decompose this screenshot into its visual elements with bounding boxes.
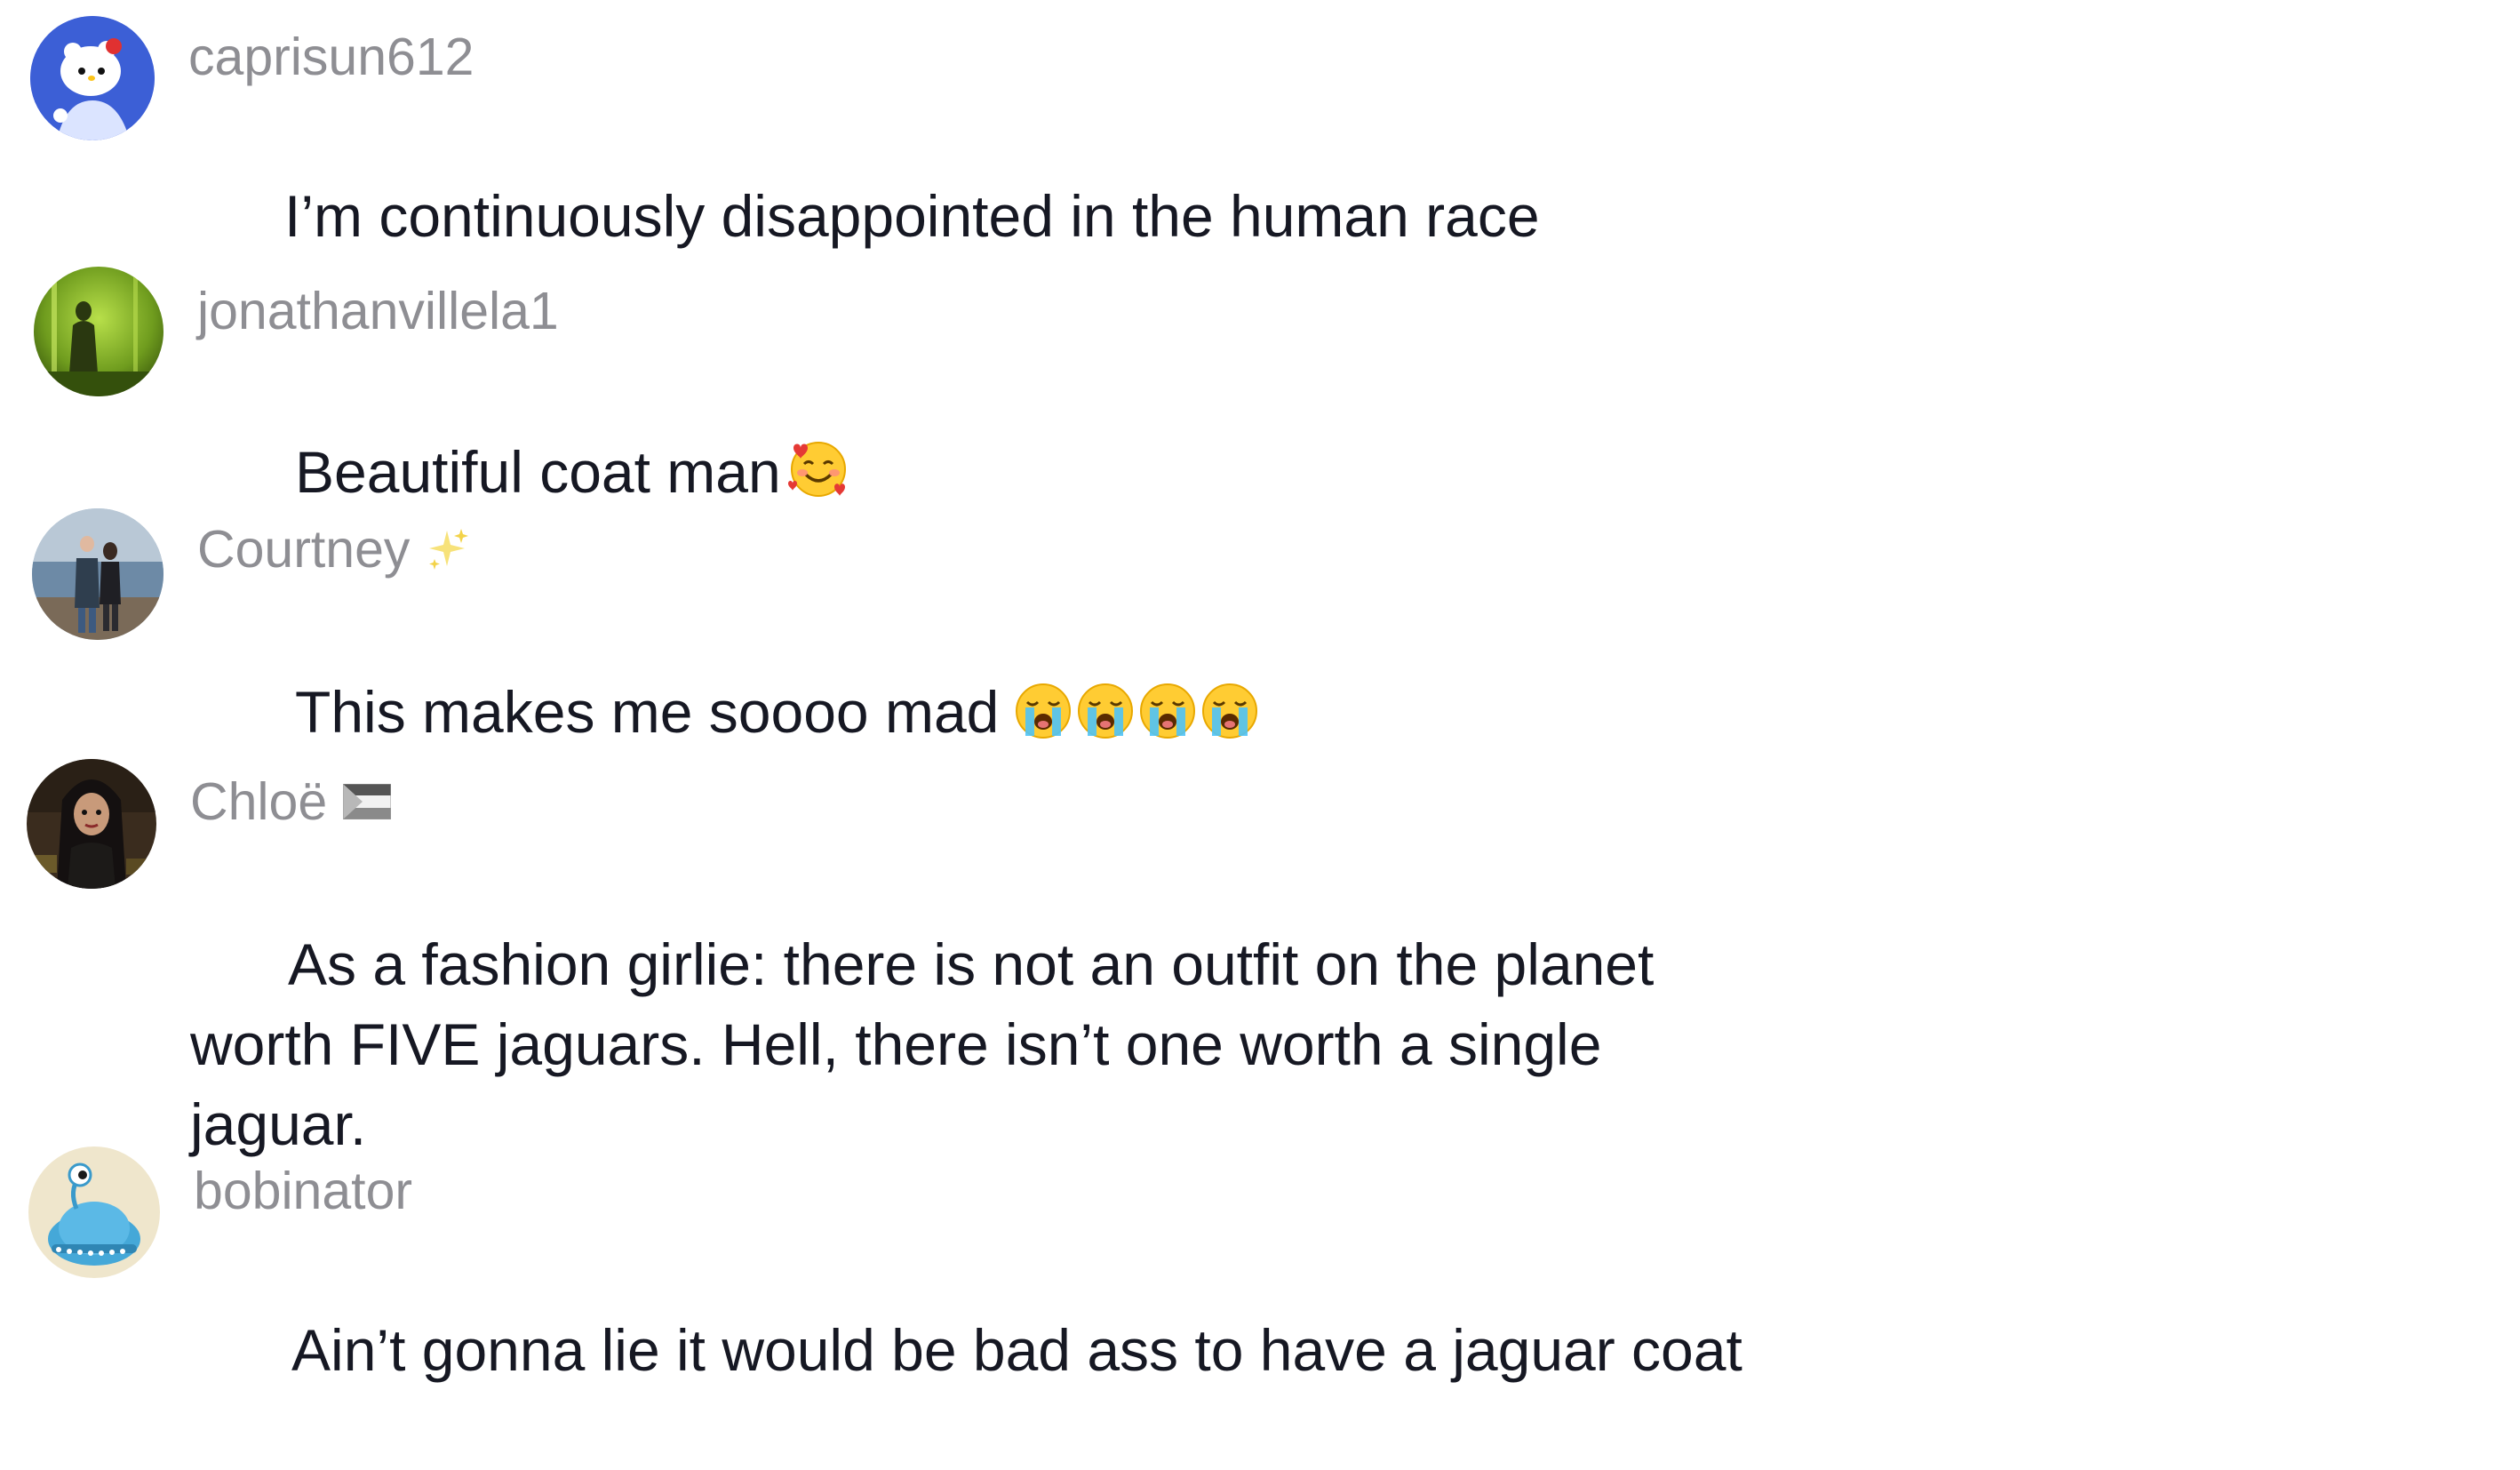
loudly-crying-face-emoji xyxy=(1075,681,1136,741)
username[interactable]: jonathanvillela1 xyxy=(197,283,559,340)
username-label: Chloë xyxy=(190,772,328,831)
comment-list: caprisun612 I’m continuously disappointe… xyxy=(0,0,2520,1383)
username-label: Courtney xyxy=(197,520,411,579)
smiling-face-with-hearts-emoji xyxy=(786,437,850,501)
sparkles-icon xyxy=(424,525,472,573)
username[interactable]: Chloë xyxy=(190,772,392,831)
username[interactable]: bobinator xyxy=(194,1162,412,1219)
cartoon-girl-avatar-icon xyxy=(27,759,156,889)
avatar[interactable] xyxy=(34,267,163,396)
blue-alien-avatar-icon xyxy=(28,1146,160,1278)
comment-body: Ain’t gonna lie it would be bad ass to h… xyxy=(291,1317,1742,1383)
hello-kitty-avatar-icon xyxy=(30,16,155,140)
comment-body: I’m continuously disappointed in the hum… xyxy=(284,183,1540,249)
comment-body: As a fashion girlie: there is not an out… xyxy=(190,931,1655,1157)
username-label: bobinator xyxy=(194,1162,413,1220)
palestine-flag-icon xyxy=(343,784,392,819)
username-label: caprisun612 xyxy=(188,28,474,86)
comment-body: Beautiful coat man xyxy=(295,439,781,505)
comment-body: This makes me soooo mad xyxy=(295,679,1000,745)
green-silhouette-avatar-icon xyxy=(34,267,163,396)
avatar[interactable] xyxy=(32,508,163,640)
avatar[interactable] xyxy=(28,1146,160,1278)
comment-text: This makes me soooo mad xyxy=(197,592,1752,832)
avatar[interactable] xyxy=(30,16,155,140)
loudly-crying-face-emoji xyxy=(1137,681,1198,741)
loudly-crying-face-emoji xyxy=(1013,681,1073,741)
loudly-crying-face-emoji xyxy=(1200,681,1260,741)
username[interactable]: caprisun612 xyxy=(188,28,474,85)
comment-text: Ain’t gonna lie it would be bad ass to h… xyxy=(194,1230,2415,1470)
username-label: jonathanvillela1 xyxy=(197,282,559,340)
avatar[interactable] xyxy=(27,759,156,889)
comment-text: As a fashion girlie: there is not an out… xyxy=(190,844,1745,1244)
couple-photo-avatar-icon xyxy=(32,508,163,640)
username[interactable]: Courtney xyxy=(197,521,472,578)
